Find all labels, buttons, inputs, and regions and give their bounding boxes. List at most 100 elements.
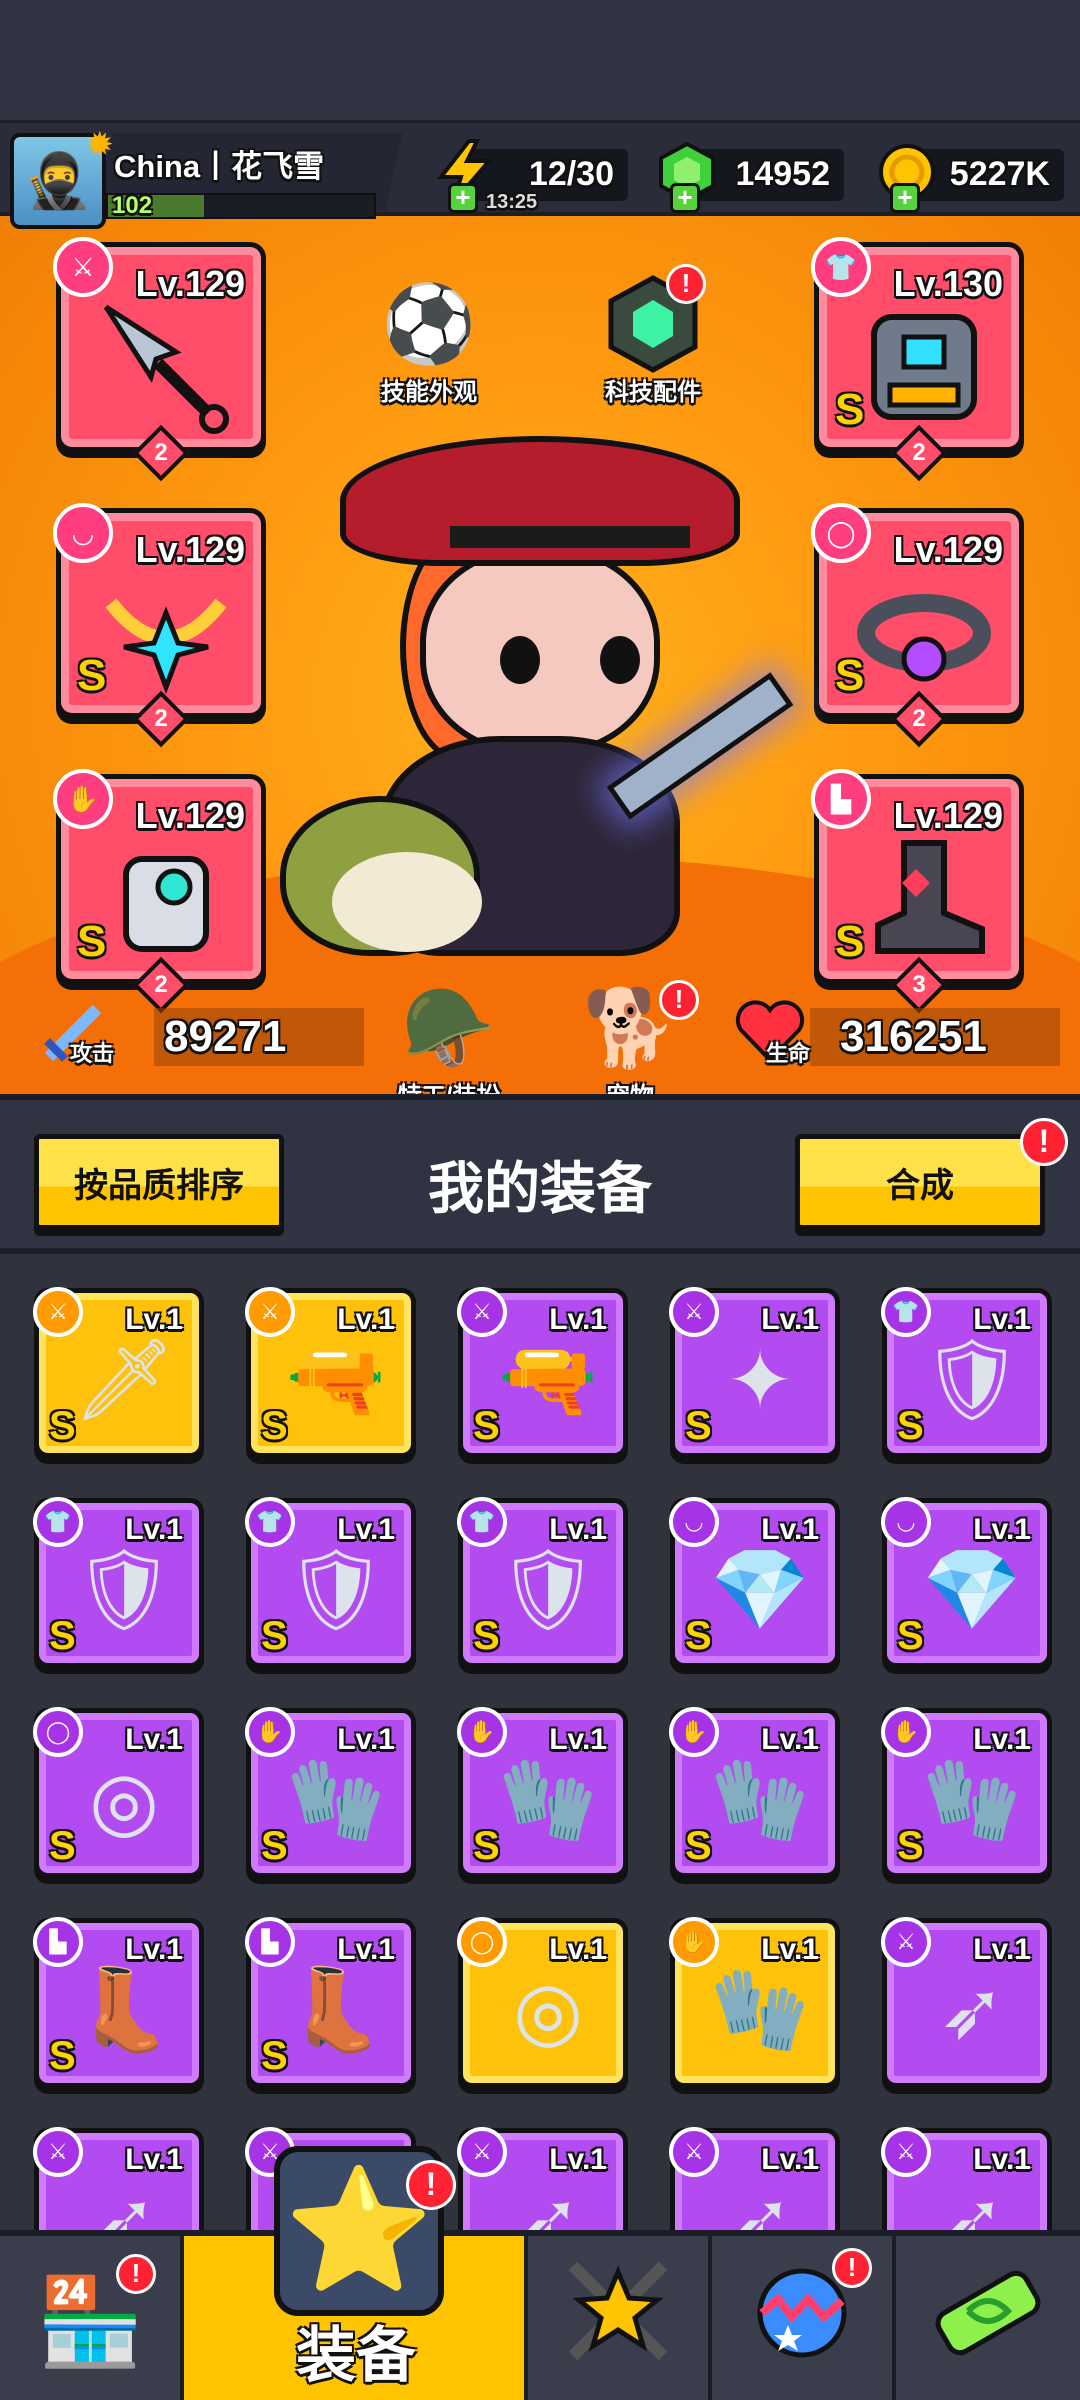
equip-slot-gloves[interactable]: ✋ Lv.129 S 2 [53,769,266,1014]
equip-slot-weapon[interactable]: ⚔ Lv.129 2 [53,237,266,482]
dna-capsule-icon [928,2261,1048,2382]
hp-value: 316251 [840,1012,987,1061]
inventory-item[interactable]: ▙ Lv.1 👢 S [33,1917,204,2088]
inventory-grid: ⚔ Lv.1 🗡 S ⚔ Lv.1 🔫 S ⚔ Lv.1 🔫 S ⚔ Lv.1 ✦ S 👕 Lv.1 🛡 S 👕 Lv.1… [0,1254,1080,2230]
necklace-icon: 💎 [922,1545,1022,1634]
armor-icon: 🛡 [497,1545,599,1634]
inventory-item[interactable]: ⚔ Lv.1 🗡 S [33,1287,204,1458]
grade-badge: S [835,917,865,966]
gems-counter[interactable]: + 14952 [659,141,844,213]
nav-shop[interactable]: 🏪 ! [0,2236,184,2400]
inventory-item[interactable]: ◡ Lv.1 💎 S [881,1497,1052,1668]
alert-badge: ! [116,2254,156,2294]
inventory-item[interactable]: ✋ Lv.1 🧤 S [881,1707,1052,1878]
alert-badge: ! [406,2160,456,2210]
inventory-item[interactable]: 👕 Lv.1 🛡 S [457,1497,628,1668]
crossed-swords-star-icon [563,2256,673,2387]
inventory-item[interactable]: ✋ Lv.1 🧤 [669,1917,840,2088]
equip-slot-boots[interactable]: ▙ Lv.129 S 3 [811,769,1024,1014]
glove-icon [91,829,241,969]
merge-button[interactable]: 合成 [795,1134,1045,1230]
boot-category-icon: ▙ [811,769,871,829]
player-name: China丨花飞雪 [114,149,325,184]
coins-counter[interactable]: + 5227K [879,144,1064,213]
inventory-item[interactable]: ⚔Lv.1➶ [881,2127,1052,2231]
gems-value: 14952 [735,155,830,193]
glove-icon: 🧤 [498,1755,598,1844]
glove-category-icon: ✋ [53,769,113,829]
necklace-icon: 💎 [710,1545,810,1634]
nav-equipment[interactable]: ⭐ ! 装备 [184,2146,528,2400]
inventory-item[interactable]: 👕 Lv.1 🛡 S [881,1287,1052,1458]
water-gun-icon: 🔫 [498,1335,598,1424]
add-gems-button[interactable]: + [670,183,700,213]
grade-badge: S [473,1824,500,1868]
tech-parts-label: 科技配件 [605,379,701,406]
water-gun-icon: 🔫 [286,1335,386,1424]
nav-hero[interactable] [528,2236,712,2400]
inventory-item[interactable]: 👕 Lv.1 🛡 S [33,1497,204,1668]
grade-badge: S [77,651,107,700]
hp-label: 生命 [766,1041,811,1066]
equip-slot-belt[interactable]: ◯ Lv.129 S 2 [811,503,1024,748]
boot-icon: 👢 [74,1965,174,2054]
sort-by-quality-button[interactable]: 按品质排序 [34,1134,284,1230]
armor-icon: 🛡 [921,1335,1023,1424]
armor-icon: 🛡 [73,1545,175,1634]
inventory-item[interactable]: ⚔Lv.1➶ [881,1917,1052,2088]
inventory-item[interactable]: ⚔ Lv.1 🔫 S [457,1287,628,1458]
inventory-item[interactable]: ✋ Lv.1 🧤 S [245,1707,416,1878]
kunai-icon: ➶ [90,2175,158,2231]
inventory-item[interactable]: ✋ Lv.1 🧤 S [669,1707,840,1878]
grade-badge: S [49,2034,76,2078]
agent-outfit-button[interactable]: 🪖 特工/装扮 [374,976,524,1094]
equip-slot-armor[interactable]: 👕 Lv.130 S 2 [811,237,1024,482]
inventory-item[interactable]: ◡ Lv.1 💎 S [669,1497,840,1668]
grade-badge: S [261,1404,288,1448]
inventory-item[interactable]: 👕 Lv.1 🛡 S [245,1497,416,1668]
agent-helmet-icon: 🪖 [401,986,497,1071]
equip-slot-necklace[interactable]: ◡ Lv.129 S 2 [53,503,266,748]
status-strip [0,0,1080,120]
inventory-item[interactable]: ⚔ Lv.1 ✦ S [669,1287,840,1458]
boot-icon [849,829,999,969]
necklace-icon [91,563,241,703]
alert-badge: ! [659,980,699,1020]
belt-icon: ◎ [513,1965,583,2055]
pet-button[interactable]: 🐕 宠物 ! [555,976,705,1094]
kunai-icon: ➶ [726,2175,794,2231]
top-bar: 🥷 ✹ China丨花飞雪 102 + 12/30 13:25 + 14952 … [0,120,1080,229]
player-avatar[interactable]: 🥷 ✹ [10,126,114,229]
grade-badge: S [77,917,107,966]
equipment-header: 按品质排序 我的装备 合成 ! [0,1094,1080,1254]
inventory-item[interactable]: ◯ Lv.1 ◎ S [33,1707,204,1878]
attack-label: 攻击 [70,1041,115,1066]
ninja-avatar-icon: 🥷 [24,150,92,211]
glove-icon: 🧤 [710,1755,810,1844]
inventory-item[interactable]: ⚔Lv.1➶ [669,2127,840,2231]
inventory-item[interactable]: ⚔ Lv.1 🔫 S [245,1287,416,1458]
grade-badge: S [261,1614,288,1658]
inventory-item[interactable]: ⚔Lv.1➶ [457,2127,628,2230]
attack-value: 89271 [164,1012,287,1061]
nav-pets[interactable]: ! [712,2236,896,2400]
bottom-nav: 🏪 ! ⭐ ! 装备 ! [0,2146,1080,2400]
inventory-item[interactable]: ✋ Lv.1 🧤 S [457,1707,628,1878]
inventory-item[interactable]: ◯ Lv.1 ◎ [457,1917,628,2088]
skill-skin-button[interactable]: ⚽ 技能外观 [354,272,504,407]
grade-badge: S [685,1614,712,1658]
grade-badge: S [261,1824,288,1868]
grade-badge: S [835,385,865,434]
tech-parts-button[interactable]: 科技配件 ! [578,264,728,407]
add-coins-button[interactable]: + [890,183,920,213]
sword-icon: 🗡 [73,1335,175,1424]
grade-badge: S [897,1614,924,1658]
inventory-item[interactable]: ▙ Lv.1 👢 S [245,1917,416,2088]
add-energy-button[interactable]: + [448,183,478,213]
inventory-item[interactable]: ⚔Lv.1➶ [33,2127,204,2231]
grade-badge: S [685,1404,712,1448]
grade-badge: S [897,1824,924,1868]
kunai-icon [91,297,241,437]
nav-dna[interactable] [896,2236,1080,2400]
kunai-icon: ➶ [938,2175,1006,2231]
